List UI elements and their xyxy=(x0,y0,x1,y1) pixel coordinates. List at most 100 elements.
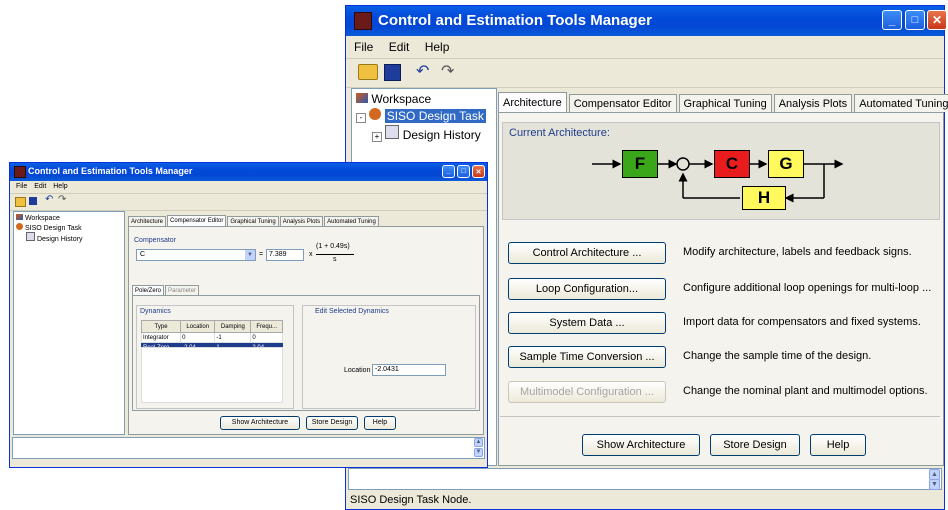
location-value: -2.0431 xyxy=(375,366,399,373)
help-button[interactable]: Help xyxy=(810,434,866,456)
small-minimize-button[interactable]: _ xyxy=(442,165,455,178)
gain-field[interactable]: 7.389 xyxy=(266,249,304,261)
system-data-desc: Import data for compensators and fixed s… xyxy=(683,316,921,328)
loop-configuration-button[interactable]: Loop Configuration... xyxy=(508,278,666,300)
undo-icon[interactable]: ↶ xyxy=(416,61,429,81)
save-icon[interactable] xyxy=(384,64,401,81)
small-subtabs: Pole/Zero Parameter xyxy=(132,285,201,295)
small-scroll-up-icon[interactable]: ▲ xyxy=(474,438,483,447)
edit-dynamics-panel: Edit Selected Dynamics xyxy=(302,305,476,409)
denominator: s xyxy=(333,256,337,263)
small-open-folder-icon[interactable] xyxy=(15,197,26,207)
table-cell: 0 xyxy=(180,332,216,343)
small-window-title: Control and Estimation Tools Manager xyxy=(28,166,193,176)
small-store-design-button[interactable]: Store Design xyxy=(306,416,358,430)
app-icon xyxy=(354,12,372,30)
small-tab-compensator-editor[interactable]: Compensator Editor xyxy=(167,215,227,226)
small-help-button[interactable]: Help xyxy=(364,416,396,430)
block-g: G xyxy=(768,150,804,178)
small-siso-icon xyxy=(16,223,23,230)
status-bar: SISO Design Task Node. xyxy=(350,494,472,506)
small-titlebar[interactable]: Control and Estimation Tools Manager _ □… xyxy=(10,163,487,181)
small-tab-analysis-plots[interactable]: Analysis Plots xyxy=(279,216,324,226)
small-tree-task[interactable]: SISO Design Task xyxy=(16,223,82,232)
close-button[interactable]: ✕ xyxy=(927,10,947,30)
table-cell: Integrator xyxy=(140,332,182,343)
menu-help[interactable]: Help xyxy=(425,40,450,54)
small-tree-root[interactable]: Workspace xyxy=(16,214,60,222)
small-tree-child-label: Design History xyxy=(36,236,83,243)
small-close-button[interactable]: ✕ xyxy=(472,165,485,178)
location-field[interactable]: -2.0431 xyxy=(372,364,446,376)
tab-graphical-tuning[interactable]: Graphical Tuning xyxy=(678,94,772,112)
dynamics-label: Dynamics xyxy=(140,308,171,315)
small-toolbar: ↶ ↷ xyxy=(10,193,487,211)
tab-automated-tuning[interactable]: Automated Tuning xyxy=(854,94,948,112)
small-undo-icon[interactable]: ↶ xyxy=(45,194,53,205)
equals-sign: = xyxy=(259,251,264,258)
block-f: F xyxy=(622,150,658,178)
table-header[interactable]: Location xyxy=(180,320,216,333)
small-menu-edit[interactable]: Edit xyxy=(34,183,46,190)
expand-icon: + xyxy=(372,132,382,142)
small-menu-file[interactable]: File xyxy=(16,183,27,190)
scroll-down-icon[interactable]: ▼ xyxy=(929,479,940,490)
menu-file[interactable]: File xyxy=(354,40,373,54)
large-window-title: Control and Estimation Tools Manager xyxy=(378,12,652,29)
small-tree-task-label: SISO Design Task xyxy=(24,225,82,232)
table-header[interactable]: Type xyxy=(140,320,182,333)
tab-analysis-plots[interactable]: Analysis Plots xyxy=(773,94,853,112)
table-header[interactable]: Damping xyxy=(214,320,252,333)
small-app-icon xyxy=(14,166,26,178)
tree-task[interactable]: - SISO Design Task xyxy=(356,108,486,123)
subtab-parameter[interactable]: Parameter xyxy=(165,285,200,295)
store-design-button[interactable]: Store Design xyxy=(710,434,800,456)
collapse-icon: - xyxy=(356,113,366,123)
control-architecture-button[interactable]: Control Architecture ... xyxy=(508,242,666,264)
location-label: Location xyxy=(344,367,371,374)
system-data-button[interactable]: System Data ... xyxy=(508,312,666,334)
tab-architecture[interactable]: Architecture xyxy=(498,92,567,112)
maximize-button[interactable]: □ xyxy=(905,10,925,30)
subtab-pole-zero[interactable]: Pole/Zero xyxy=(132,285,165,295)
tree-child[interactable]: + Design History xyxy=(372,125,481,142)
small-tab-graphical-tuning[interactable]: Graphical Tuning xyxy=(227,216,279,226)
control-architecture-desc: Modify architecture, labels and feedback… xyxy=(683,246,912,258)
show-architecture-button[interactable]: Show Architecture xyxy=(582,434,700,456)
sample-time-conversion-button[interactable]: Sample Time Conversion ... xyxy=(508,346,666,368)
small-tree-child[interactable]: Design History xyxy=(26,232,82,243)
history-icon xyxy=(385,125,400,139)
compensator-select[interactable]: C ▼ xyxy=(136,249,256,261)
small-history-icon xyxy=(26,232,35,241)
redo-icon[interactable]: ↷ xyxy=(441,61,454,81)
numerator: (1 + 0.49s) xyxy=(316,243,350,250)
small-tree-root-label: Workspace xyxy=(24,215,60,222)
siso-icon xyxy=(369,108,382,120)
tab-compensator-editor[interactable]: Compensator Editor xyxy=(568,94,677,112)
large-menubar: File Edit Help xyxy=(354,40,461,54)
table-cell: -1 xyxy=(214,332,252,343)
small-scroll-down-icon[interactable]: ▼ xyxy=(474,448,483,457)
small-tab-automated-tuning[interactable]: Automated Tuning xyxy=(324,216,379,226)
small-show-architecture-button[interactable]: Show Architecture xyxy=(220,416,300,430)
multimodel-configuration-button[interactable]: Multimodel Configuration ... xyxy=(508,381,666,403)
large-titlebar[interactable]: Control and Estimation Tools Manager _ □… xyxy=(346,6,947,36)
small-redo-icon[interactable]: ↷ xyxy=(58,194,66,205)
tree-root[interactable]: Workspace xyxy=(356,92,431,106)
open-folder-icon[interactable] xyxy=(358,64,378,80)
small-menu-help[interactable]: Help xyxy=(53,183,67,190)
table-header[interactable]: Frequ... xyxy=(250,320,283,333)
small-console[interactable]: ▲ ▼ xyxy=(12,437,485,459)
minimize-button[interactable]: _ xyxy=(882,10,902,30)
table-row[interactable]: Integrator 0 -1 0 xyxy=(140,332,283,343)
small-maximize-button[interactable]: □ xyxy=(457,165,470,178)
large-console[interactable]: ▲ ▼ xyxy=(348,468,942,490)
sample-time-conversion-desc: Change the sample time of the design. xyxy=(683,350,872,362)
menu-edit[interactable]: Edit xyxy=(389,40,410,54)
dropdown-arrow-icon[interactable]: ▼ xyxy=(245,250,255,260)
small-tab-architecture[interactable]: Architecture xyxy=(128,216,167,226)
block-h: H xyxy=(742,186,786,210)
large-tabs: Architecture Compensator Editor Graphica… xyxy=(498,92,948,112)
small-save-icon[interactable] xyxy=(29,197,37,205)
fraction-line xyxy=(316,254,354,255)
